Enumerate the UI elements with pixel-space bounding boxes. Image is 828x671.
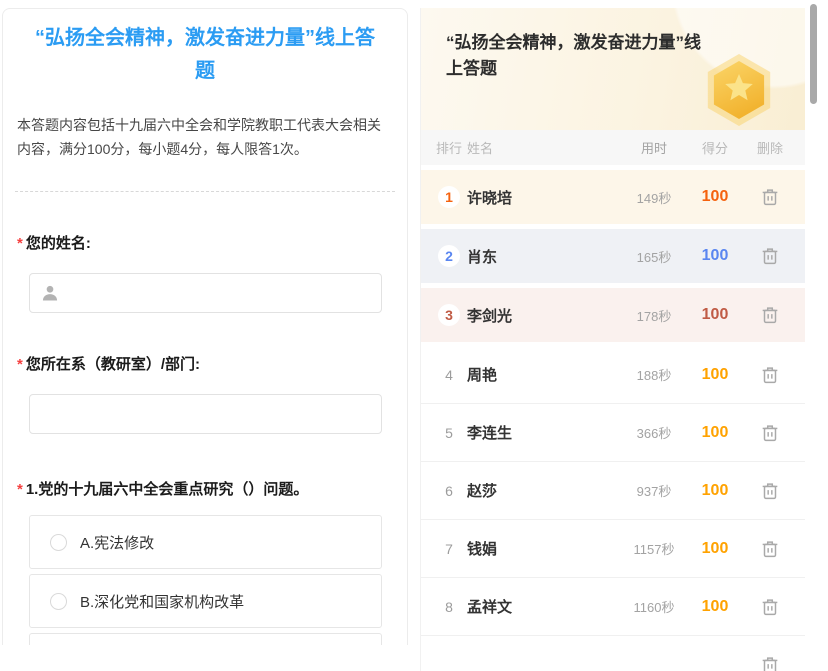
- person-icon: [40, 283, 60, 303]
- trash-icon[interactable]: [759, 538, 781, 560]
- table-row: 7 钱娟 1157秒 100: [421, 520, 805, 578]
- table-row: 1 许晓培 149秒 100: [421, 170, 805, 224]
- leaderboard-header: “弘扬全会精神，激发奋进力量”线上答题: [421, 8, 805, 130]
- rank-badge: 8: [445, 599, 453, 615]
- question-1-label: *1.党的十九届六中全会重点研究（）问题。: [3, 481, 407, 499]
- scrollbar-thumb[interactable]: [810, 4, 817, 104]
- rank-badge: 1: [438, 186, 460, 208]
- department-input[interactable]: [29, 394, 382, 434]
- score-value: 100: [686, 366, 744, 384]
- answer-option-label: A.宪法修改: [80, 532, 154, 553]
- table-row: 2 肖东 165秒 100: [421, 229, 805, 283]
- score-value: 100: [686, 188, 744, 206]
- required-asterisk: *: [17, 356, 23, 373]
- trash-icon[interactable]: [759, 245, 781, 267]
- rank-badge: 2: [438, 245, 460, 267]
- score-value: 100: [686, 306, 744, 324]
- player-name: 周艳: [467, 364, 622, 385]
- player-name: 李剑光: [467, 305, 622, 326]
- score-value: 100: [686, 598, 744, 616]
- time-used: 1157秒: [622, 539, 686, 558]
- player-name: 钱娟: [467, 538, 622, 559]
- divider: [15, 191, 395, 192]
- department-field-label: *您所在系（教研室）/部门:: [3, 353, 407, 374]
- trash-icon[interactable]: [759, 422, 781, 444]
- rank-badge: 4: [445, 367, 453, 383]
- quiz-form-card: “弘扬全会精神，激发奋进力量”线上答题 本答题内容包括十九届六中全会和学院教职工…: [2, 8, 408, 645]
- radio-icon[interactable]: [50, 593, 67, 610]
- rank-badge: 7: [445, 541, 453, 557]
- time-used: 165秒: [622, 247, 686, 266]
- trash-icon[interactable]: [759, 654, 781, 671]
- player-name: 赵莎: [467, 480, 622, 501]
- trash-icon[interactable]: [759, 304, 781, 326]
- column-delete: 删除: [744, 138, 796, 157]
- table-row-partial: [421, 636, 805, 671]
- department-input-wrap: [29, 394, 382, 434]
- rank-badge: 6: [445, 483, 453, 499]
- table-row: 3 李剑光 178秒 100: [421, 288, 805, 342]
- time-used: 188秒: [622, 365, 686, 384]
- answer-options: A.宪法修改 B.深化党和国家机构改革: [29, 515, 382, 645]
- score-value: 100: [686, 540, 744, 558]
- table-header-row: 排行 姓名 用时 得分 删除: [421, 130, 805, 165]
- column-name: 姓名: [467, 138, 622, 157]
- player-name: 肖东: [467, 246, 622, 267]
- required-asterisk: *: [17, 235, 23, 252]
- column-score: 得分: [686, 138, 744, 157]
- form-description: 本答题内容包括十九届六中全会和学院教职工代表大会相关内容，满分100分，每小题4…: [3, 113, 407, 161]
- table-row: 5 李连生 366秒 100: [421, 404, 805, 462]
- name-input[interactable]: [29, 273, 382, 313]
- player-name: 李连生: [467, 422, 622, 443]
- trash-icon[interactable]: [759, 186, 781, 208]
- player-name: 孟祥文: [467, 596, 622, 617]
- trash-icon[interactable]: [759, 596, 781, 618]
- answer-option-partial[interactable]: [29, 633, 382, 645]
- score-value: 100: [686, 247, 744, 265]
- answer-option-b[interactable]: B.深化党和国家机构改革: [29, 574, 382, 628]
- table-row: 4 周艳 188秒 100: [421, 346, 805, 404]
- score-value: 100: [686, 424, 744, 442]
- column-rank: 排行: [431, 138, 467, 157]
- rank-badge: 5: [445, 425, 453, 441]
- required-asterisk: *: [17, 481, 23, 498]
- form-title: “弘扬全会精神，激发奋进力量”线上答题: [3, 22, 407, 88]
- radio-icon[interactable]: [50, 534, 67, 551]
- player-name: 许晓培: [467, 187, 622, 208]
- trash-icon[interactable]: [759, 480, 781, 502]
- rank-badge: 3: [438, 304, 460, 326]
- answer-option-a[interactable]: A.宪法修改: [29, 515, 382, 569]
- table-row: 8 孟祥文 1160秒 100: [421, 578, 805, 636]
- name-field-label: *您的姓名:: [3, 232, 407, 253]
- table-row: 6 赵莎 937秒 100: [421, 462, 805, 520]
- answer-option-label: B.深化党和国家机构改革: [80, 591, 244, 612]
- trash-icon[interactable]: [759, 364, 781, 386]
- time-used: 149秒: [622, 188, 686, 207]
- time-used: 1160秒: [622, 597, 686, 616]
- name-input-wrap: [29, 273, 382, 313]
- time-used: 937秒: [622, 481, 686, 500]
- scrollbar[interactable]: [810, 0, 818, 671]
- gold-star-medal-icon: [699, 48, 779, 128]
- score-value: 100: [686, 482, 744, 500]
- time-used: 178秒: [622, 306, 686, 325]
- column-time: 用时: [622, 138, 686, 157]
- leaderboard-panel: “弘扬全会精神，激发奋进力量”线上答题 排行 姓名 用时 得分 删除 1 许晓培…: [420, 8, 805, 671]
- time-used: 366秒: [622, 423, 686, 442]
